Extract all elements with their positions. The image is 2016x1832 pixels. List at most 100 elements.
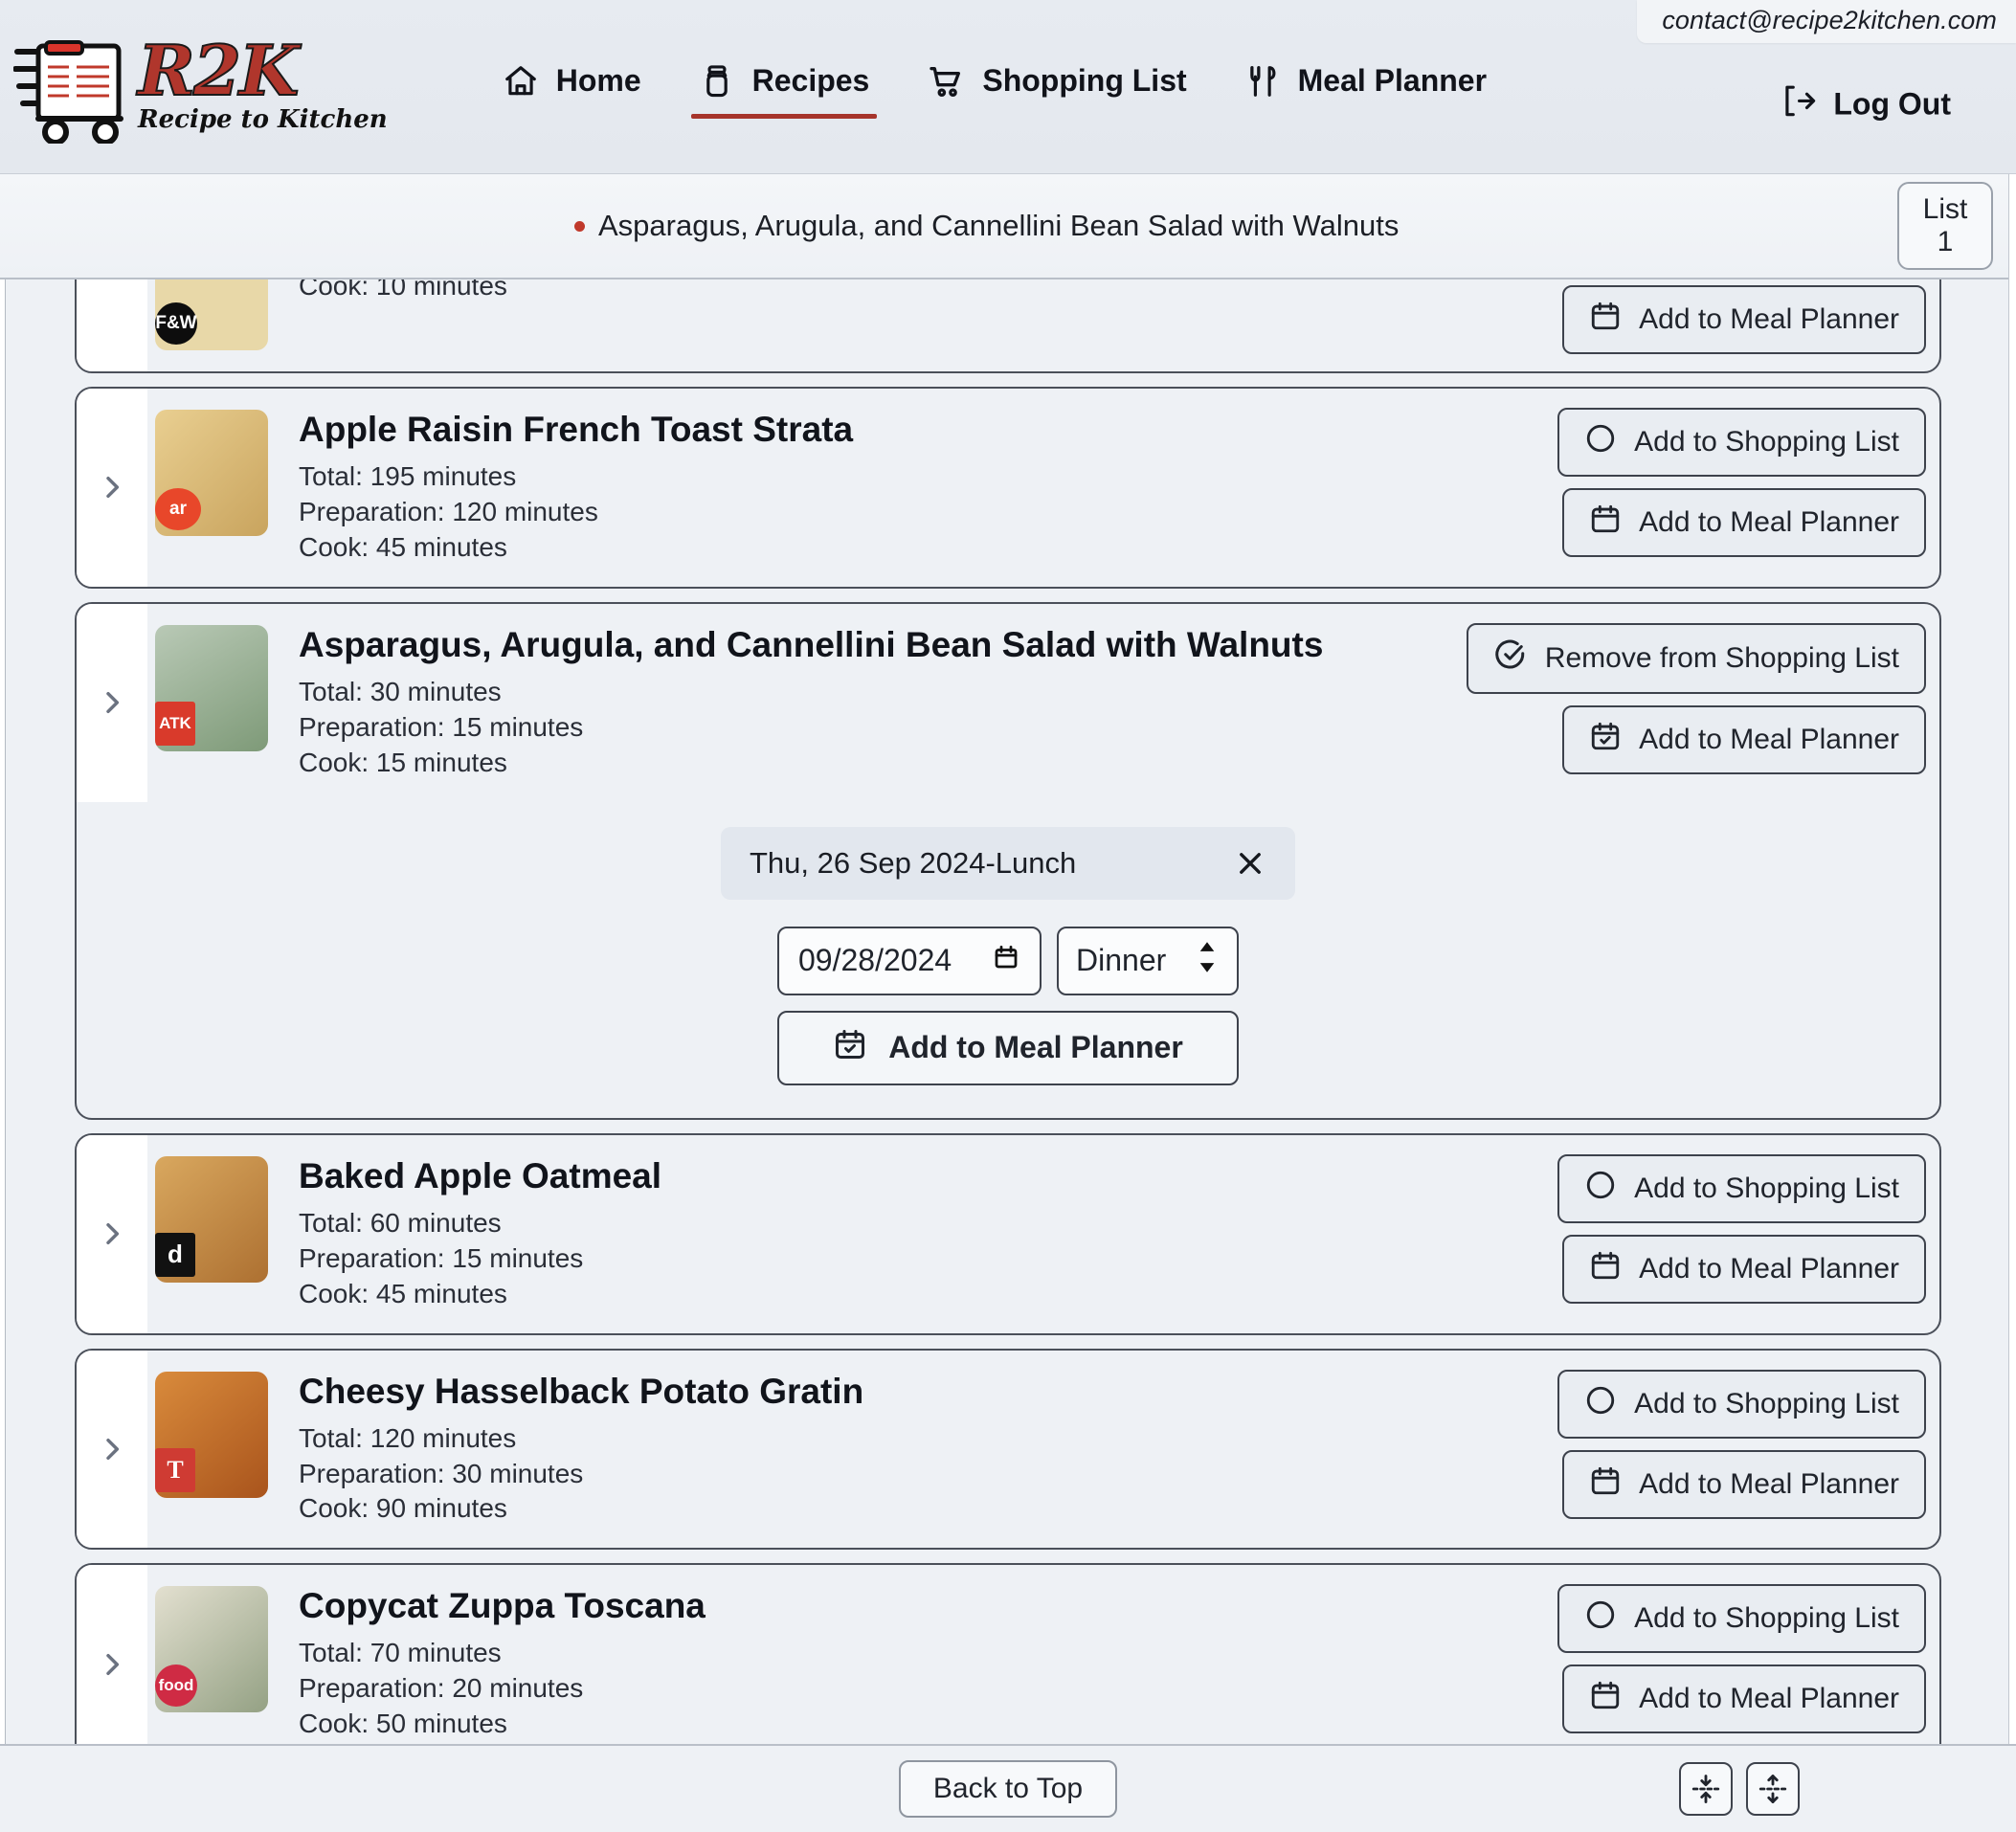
chevron-right-icon xyxy=(106,1653,120,1675)
recipe-prep: Preparation: 15 minutes xyxy=(299,711,584,742)
recipe-prep: Preparation: 30 minutes xyxy=(299,1458,584,1488)
calendar-icon xyxy=(1589,300,1622,340)
recipe-cook: Cook: 45 minutes xyxy=(299,1278,507,1308)
recipe-total: Total: 70 minutes xyxy=(299,1638,502,1668)
cart-logo-icon xyxy=(13,39,123,144)
button-label: Add to Shopping List xyxy=(1634,1172,1899,1204)
expand-chevron[interactable] xyxy=(77,603,147,802)
meal-planner-form: 09/28/2024 Dinner xyxy=(777,926,1239,995)
recipe-thumbnail: ar xyxy=(155,410,268,536)
add-to-shopping-list-button[interactable]: Add to Shopping List xyxy=(1557,1153,1926,1223)
recipe-title: Baked Apple Oatmeal xyxy=(299,1155,662,1195)
chevron-right-icon xyxy=(106,1438,120,1461)
main-nav: Home Recipes Shopping List Meal Planner xyxy=(474,49,1515,125)
bullet-icon xyxy=(574,220,585,232)
recipe-total: Total: 195 minutes xyxy=(299,461,517,491)
recipe-list-scroll-area[interactable]: F&W Preparation: 5 minutes Cook: 10 minu… xyxy=(0,279,2016,1744)
home-icon xyxy=(503,63,539,100)
nav-item-shopping-list[interactable]: Shopping List xyxy=(898,49,1215,125)
recipe-thumbnail: ATK xyxy=(155,624,268,751)
nav-item-recipes[interactable]: Recipes xyxy=(670,50,899,124)
add-to-meal-planner-button[interactable]: Add to Meal Planner xyxy=(1562,285,1926,354)
nav-item-home[interactable]: Home xyxy=(474,50,670,124)
add-to-meal-planner-button[interactable]: Add to Meal Planner xyxy=(1562,1664,1926,1734)
expand-all-button[interactable] xyxy=(1746,1762,1800,1816)
calendar-icon xyxy=(1589,503,1622,543)
back-to-top-button[interactable]: Back to Top xyxy=(898,1760,1118,1818)
planned-meal-chip: Thu, 26 Sep 2024-Lunch xyxy=(721,826,1295,900)
recipe-card[interactable]: F&W Preparation: 5 minutes Cook: 10 minu… xyxy=(75,279,1941,373)
nav-item-meal-planner[interactable]: Meal Planner xyxy=(1216,50,1515,124)
logo-wordmark: R2K xyxy=(137,30,301,112)
collapse-all-icon xyxy=(1691,1775,1720,1803)
expand-chevron[interactable] xyxy=(77,1565,147,1744)
recipe-cook: Cook: 10 minutes xyxy=(299,279,507,301)
calendar-check-icon xyxy=(833,1027,867,1069)
selection-subbar: Asparagus, Arugula, and Cannellini Bean … xyxy=(0,174,2016,279)
circle-icon xyxy=(1584,1598,1617,1639)
utensils-icon xyxy=(1244,63,1281,100)
recipe-thumbnail: food xyxy=(155,1586,268,1713)
brand-logo[interactable]: R2K Recipe to Kitchen xyxy=(13,31,388,144)
recipe-card[interactable]: T Cheesy Hasselback Potato Gratin Total:… xyxy=(75,1348,1941,1551)
add-to-shopping-list-button[interactable]: Add to Shopping List xyxy=(1557,1369,1926,1439)
cart-icon xyxy=(927,62,965,101)
chevron-right-icon xyxy=(106,477,120,499)
calendar-icon xyxy=(1589,1249,1622,1289)
add-to-meal-planner-button[interactable]: Add to Meal Planner xyxy=(1562,1234,1926,1304)
button-label: Add to Meal Planner xyxy=(1639,723,1899,755)
button-label: Add to Meal Planner xyxy=(888,1030,1183,1065)
expand-chevron[interactable] xyxy=(77,279,147,371)
submit-meal-planner-button[interactable]: Add to Meal Planner xyxy=(777,1010,1239,1085)
recipe-thumbnail: T xyxy=(155,1371,268,1498)
close-icon[interactable] xyxy=(1234,847,1266,880)
recipe-cook: Cook: 15 minutes xyxy=(299,747,507,777)
recipe-title: Asparagus, Arugula, and Cannellini Bean … xyxy=(299,624,1324,664)
expand-chevron[interactable] xyxy=(77,389,147,587)
recipe-card-expanded[interactable]: ATK Asparagus, Arugula, and Cannellini B… xyxy=(75,601,1941,1120)
scrollbar-track[interactable] xyxy=(2008,174,2016,1744)
nav-label-shopping-list: Shopping List xyxy=(982,63,1187,98)
list-badge[interactable]: List 1 xyxy=(1897,182,1993,270)
recipe-card[interactable]: food Copycat Zuppa Toscana Total: 70 min… xyxy=(75,1563,1941,1744)
button-label: Add to Meal Planner xyxy=(1639,1683,1899,1715)
recipe-prep: Preparation: 15 minutes xyxy=(299,1242,584,1273)
selected-recipe-label: Asparagus, Arugula, and Cannellini Bean … xyxy=(598,209,1400,242)
add-to-meal-planner-button[interactable]: Add to Meal Planner xyxy=(1562,704,1926,774)
date-value: 09/28/2024 xyxy=(798,943,952,978)
circle-icon xyxy=(1584,422,1617,462)
calendar-icon xyxy=(1589,1464,1622,1505)
logout-icon xyxy=(1780,82,1816,126)
collapse-all-button[interactable] xyxy=(1679,1762,1733,1816)
recipe-card[interactable]: ar Apple Raisin French Toast Strata Tota… xyxy=(75,387,1941,589)
list-badge-label: List xyxy=(1922,193,1968,226)
logout-label: Log Out xyxy=(1833,86,1951,122)
recipe-title: Apple Raisin French Toast Strata xyxy=(299,410,854,449)
recipe-title: Copycat Zuppa Toscana xyxy=(299,1586,706,1626)
contact-email[interactable]: contact@recipe2kitchen.com xyxy=(1637,0,2016,43)
expand-chevron[interactable] xyxy=(77,1350,147,1549)
logo-tagline: Recipe to Kitchen xyxy=(138,104,388,134)
add-to-meal-planner-button[interactable]: Add to Meal Planner xyxy=(1562,488,1926,557)
add-to-shopping-list-button[interactable]: Add to Shopping List xyxy=(1557,408,1926,477)
calendar-icon xyxy=(1589,1679,1622,1719)
meal-type-value: Dinner xyxy=(1076,943,1167,978)
source-badge: d xyxy=(155,1232,195,1277)
footer-icon-group xyxy=(1679,1762,1800,1816)
recipe-total: Total: 120 minutes xyxy=(299,1422,517,1453)
button-label: Add to Meal Planner xyxy=(1639,506,1899,538)
planned-meal-label: Thu, 26 Sep 2024-Lunch xyxy=(750,845,1077,880)
add-to-shopping-list-button[interactable]: Add to Shopping List xyxy=(1557,1584,1926,1654)
logout-button[interactable]: Log Out xyxy=(1780,82,1951,126)
remove-from-shopping-list-button[interactable]: Remove from Shopping List xyxy=(1466,622,1926,694)
recipe-total: Total: 30 minutes xyxy=(299,676,502,706)
recipe-card[interactable]: d Baked Apple Oatmeal Total: 60 minutes … xyxy=(75,1132,1941,1335)
calendar-picker-icon[interactable] xyxy=(992,943,1020,979)
button-label: Add to Meal Planner xyxy=(1639,1467,1899,1500)
add-to-meal-planner-button[interactable]: Add to Meal Planner xyxy=(1562,1449,1926,1519)
circle-icon xyxy=(1584,1169,1617,1209)
nav-label-meal-planner: Meal Planner xyxy=(1297,63,1488,98)
meal-type-select[interactable]: Dinner xyxy=(1057,926,1239,995)
date-input[interactable]: 09/28/2024 xyxy=(777,926,1042,995)
expand-chevron[interactable] xyxy=(77,1134,147,1333)
